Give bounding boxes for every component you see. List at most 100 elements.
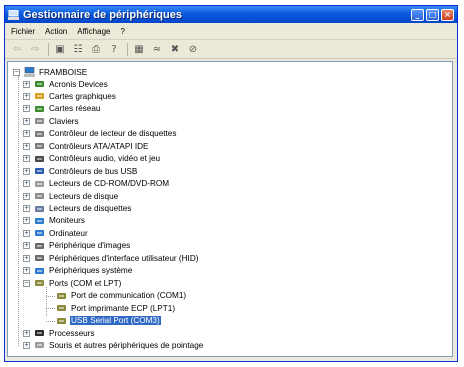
forward-arrow-icon[interactable]: ⇨ [29, 43, 41, 55]
tree-item-label: Contrôleurs audio, vidéo et jeu [49, 154, 161, 164]
expand-icon[interactable]: + [23, 105, 30, 113]
tree-item[interactable]: + Cartes réseau [23, 103, 101, 115]
tree-item[interactable]: − Ports (COM et LPT) [23, 277, 122, 289]
expand-icon[interactable]: + [23, 229, 30, 237]
device-icon [34, 79, 45, 89]
tree-item-label: Périphériques d'interface utilisateur (H… [49, 253, 199, 263]
title-bar[interactable]: Gestionnaire de périphériques _ □ × [5, 6, 457, 23]
expand-icon[interactable]: + [23, 217, 30, 225]
console-tree-icon[interactable]: ▣ [54, 43, 66, 55]
scan-hardware-icon[interactable]: ▦ [133, 43, 145, 55]
menu-fichier[interactable]: Fichier [11, 27, 35, 36]
device-manager-window: Gestionnaire de périphériques _ □ × Fich… [4, 5, 458, 362]
expand-icon[interactable]: + [23, 242, 30, 250]
tree-item[interactable]: + Contrôleur de lecteur de disquettes [23, 128, 177, 140]
update-driver-icon[interactable]: ≈ [151, 43, 163, 55]
disk-icon [34, 191, 45, 201]
tree-item-label: Souris et autres périphériques de pointa… [49, 340, 204, 350]
minimize-button[interactable]: _ [411, 8, 424, 21]
port-icon [56, 303, 67, 313]
tree-item-label: Lecteurs de CD-ROM/DVD-ROM [49, 179, 170, 189]
computer-icon [24, 66, 35, 77]
tree-item-label: Claviers [49, 116, 79, 126]
tree-connector [18, 76, 19, 346]
expand-icon[interactable]: + [23, 254, 30, 262]
properties-icon[interactable]: ☷ [72, 43, 84, 55]
tree-item[interactable]: + Moniteurs [23, 215, 86, 227]
tree-item[interactable]: + Contrôleurs ATA/ATAPI IDE [23, 140, 150, 152]
tree-root[interactable]: − FRAMBOISE [13, 66, 88, 78]
tree-item[interactable]: + Cartes graphiques [23, 90, 117, 102]
expand-icon[interactable]: + [23, 192, 30, 200]
tree-child-item[interactable]: Port imprimante ECP (LPT1) [56, 302, 176, 314]
tree-item[interactable]: + Ordinateur [23, 227, 89, 239]
ide-controller-icon [34, 141, 45, 151]
tree-item-label: Ports (COM et LPT) [49, 278, 122, 288]
tree-item[interactable]: + Contrôleurs de bus USB [23, 165, 138, 177]
usb-icon [34, 166, 45, 176]
camera-icon [34, 241, 45, 251]
tree-item[interactable]: + Souris et autres périphériques de point… [23, 339, 204, 351]
close-button[interactable]: × [441, 8, 454, 21]
disable-icon[interactable]: ⊘ [187, 43, 199, 55]
mouse-icon [34, 340, 45, 350]
tree-item-label: Lecteurs de disquettes [49, 204, 132, 213]
computer-icon [34, 228, 45, 238]
device-manager-icon [8, 9, 19, 20]
tree-item-label: Contrôleurs ATA/ATAPI IDE [49, 141, 149, 151]
menu-affichage[interactable]: Affichage [77, 27, 110, 36]
expand-icon[interactable]: + [23, 117, 30, 125]
expand-icon[interactable]: + [23, 329, 30, 337]
uninstall-icon[interactable]: ✖ [169, 43, 181, 55]
tree-item-label: Contrôleur de lecteur de disquettes [49, 129, 177, 139]
tree-item-label: Port de communication (COM1) [71, 291, 187, 301]
tree-item[interactable]: + Périphériques système [23, 265, 133, 277]
tree-connector [46, 308, 55, 310]
help-icon[interactable]: ? [108, 43, 120, 55]
tree-child-item[interactable]: USB Serial Port (COM3) [56, 315, 162, 327]
tree-item[interactable]: + Lecteurs de CD-ROM/DVD-ROM [23, 178, 170, 190]
tree-item[interactable]: + Contrôleurs audio, vidéo et jeu [23, 153, 161, 165]
expand-icon[interactable]: + [23, 130, 30, 138]
tree-item-label: Périphériques système [49, 266, 133, 276]
keyboard-icon [34, 116, 45, 126]
port-icon [56, 291, 67, 301]
tree-item[interactable]: + Claviers [23, 115, 80, 127]
tree-child-item[interactable]: Port de communication (COM1) [56, 290, 187, 302]
expand-icon[interactable]: + [23, 205, 30, 212]
device-tree[interactable]: − FRAMBOISE + Acronis Devices + Cartes graphi… [7, 61, 453, 357]
expand-icon[interactable]: + [23, 92, 30, 100]
expand-icon[interactable]: + [23, 267, 30, 275]
tree-item[interactable]: + Lecteurs de disque [23, 190, 119, 202]
tree-item-label: Port imprimante ECP (LPT1) [71, 303, 176, 313]
collapse-icon[interactable]: − [23, 279, 30, 287]
expand-icon[interactable]: + [23, 180, 30, 188]
toolbar-separator [127, 42, 128, 56]
processor-icon [34, 328, 45, 338]
menu-help[interactable]: ? [120, 27, 124, 36]
expand-icon[interactable]: + [23, 167, 30, 175]
tree-item[interactable]: + Lecteurs de disquettes [23, 203, 132, 215]
tree-item-label: Cartes graphiques [49, 91, 116, 101]
hid-icon [34, 253, 45, 263]
tree-item[interactable]: + Périphérique d'images [23, 240, 131, 252]
collapse-icon[interactable]: − [13, 68, 20, 76]
expand-icon[interactable]: + [23, 155, 30, 163]
print-icon[interactable]: ⎙ [90, 43, 102, 55]
tree-item-label: Cartes réseau [49, 104, 101, 114]
tree-item[interactable]: + Processeurs [23, 327, 96, 339]
expand-icon[interactable]: + [23, 341, 30, 349]
expand-icon[interactable]: + [23, 80, 30, 88]
back-arrow-icon[interactable]: ⇦ [11, 43, 23, 55]
menu-action[interactable]: Action [45, 27, 67, 36]
tree-item-label: USB Serial Port (COM3) [69, 315, 162, 327]
system-device-icon [34, 266, 45, 276]
tree-item[interactable]: + Périphériques d'interface utilisateur (… [23, 252, 199, 264]
tree-connector [46, 295, 55, 297]
maximize-button[interactable]: □ [426, 8, 439, 21]
toolbar: ⇦ ⇨ ▣ ☷ ⎙? ▦ ≈ ✖ ⊘ [5, 40, 457, 59]
tree-item-label: Moniteurs [49, 216, 85, 226]
expand-icon[interactable]: + [23, 142, 30, 150]
toolbar-separator [48, 42, 49, 56]
tree-item[interactable]: + Acronis Devices [23, 78, 109, 90]
